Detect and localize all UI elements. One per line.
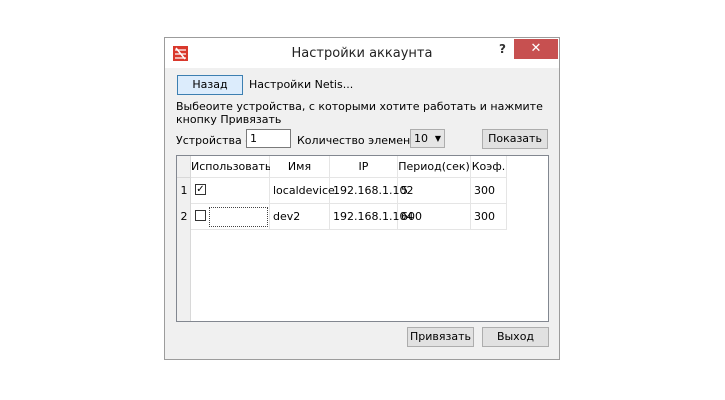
column-header-name[interactable]: Имя	[270, 156, 330, 178]
column-header-use[interactable]: Использовать	[191, 156, 271, 178]
devices-table: Использовать Имя IP Период(сек) Коэф. 1 …	[176, 155, 549, 322]
table-cell-ip[interactable]: 192.168.1.102	[330, 178, 413, 204]
row-number[interactable]: 2	[177, 204, 191, 230]
exit-button[interactable]: Выход	[482, 327, 549, 347]
table-cell-coef[interactable]: 300	[471, 204, 507, 230]
use-checkbox[interactable]	[195, 210, 206, 221]
row-number[interactable]: 1	[177, 178, 191, 204]
table-cell-coef[interactable]: 300	[471, 178, 507, 204]
back-button[interactable]: Назад	[177, 75, 243, 95]
use-cell[interactable]	[191, 204, 270, 230]
devices-from-label: Устройства с:	[176, 134, 255, 147]
table-cell-name[interactable]: dev2	[270, 204, 330, 230]
count-select[interactable]: 10 ▼	[410, 129, 445, 148]
table-cell-period[interactable]: 600	[398, 204, 471, 230]
use-checkbox[interactable]: ✓	[195, 184, 206, 195]
table-corner[interactable]	[177, 156, 191, 178]
column-header-period[interactable]: Период(сек)	[398, 156, 471, 178]
help-button[interactable]: ?	[499, 42, 506, 56]
bind-button[interactable]: Привязать	[407, 327, 474, 347]
devices-from-input[interactable]: 1	[246, 129, 291, 148]
column-header-ip[interactable]: IP	[330, 156, 398, 178]
settings-label: Настройки Netis...	[249, 78, 354, 91]
close-button[interactable]: ✕	[514, 39, 558, 59]
table-cell-ip[interactable]: 192.168.1.104	[330, 204, 413, 230]
column-header-coef[interactable]: Коэф.	[471, 156, 507, 178]
show-button[interactable]: Показать	[482, 129, 548, 149]
account-settings-dialog: Настройки аккаунта ? ✕ Назад Настройки N…	[164, 37, 560, 360]
focus-rectangle	[209, 207, 268, 227]
table-cell-name[interactable]: localdevice	[270, 178, 335, 204]
instruction-text: Выбеоите устройства, с которыми хотите р…	[176, 100, 543, 126]
use-cell[interactable]: ✓	[191, 178, 270, 204]
dropdown-arrow-icon: ▼	[434, 134, 441, 143]
title-bar: Настройки аккаунта ? ✕	[165, 38, 559, 68]
count-select-value: 10	[414, 132, 428, 145]
table-cell-period[interactable]: 5	[398, 178, 471, 204]
